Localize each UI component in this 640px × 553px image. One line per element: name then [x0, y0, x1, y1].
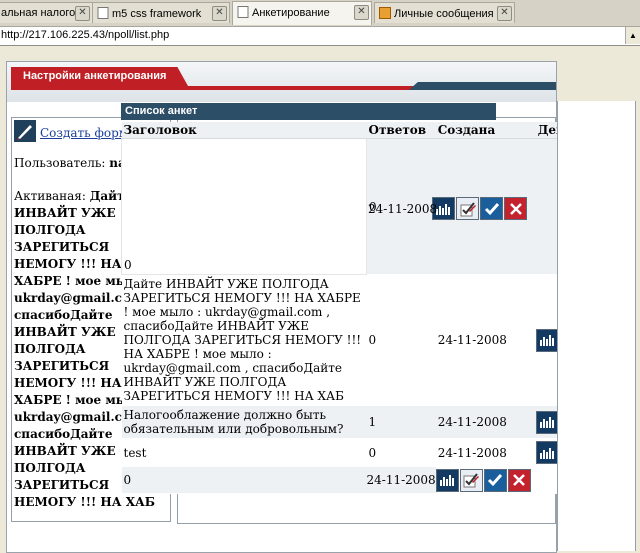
tab-label: Анкетирование	[252, 7, 330, 19]
chevron-up-icon[interactable]: ▲	[625, 27, 640, 44]
activate-icon	[488, 474, 503, 487]
browser-tab-2[interactable]: m5 css framework ✕	[92, 2, 230, 23]
poll-title-cell: test	[121, 438, 367, 467]
created-cell: 24-11-2008	[366, 466, 436, 494]
delete-button[interactable]	[504, 197, 527, 220]
panel-header: Настройки анкетирования	[7, 62, 556, 102]
answers-cell: 1	[366, 405, 436, 439]
poll-title-cell: Дайте ИНВАЙТ УЖЕ ПОЛГОДА ЗАРЕГИТЬСЯ НЕМО…	[121, 274, 367, 406]
delete-icon	[509, 202, 522, 215]
tab-label: альная налого...	[1, 7, 85, 19]
close-icon[interactable]: ✕	[497, 6, 512, 21]
stats-icon	[439, 475, 454, 486]
answers-cell: 0	[366, 274, 436, 406]
browser-tab-4[interactable]: Личные сообщения ✕	[374, 2, 515, 23]
user-label: Пользователь:	[14, 156, 106, 170]
url-text: http://217.106.225.43/npoll/list.php	[1, 29, 170, 41]
created-cell: 24-11-2008	[435, 438, 536, 467]
edit-icon	[463, 473, 480, 488]
created-cell: 24-11-2008	[435, 274, 536, 406]
edit-button[interactable]	[459, 468, 483, 492]
edit-button[interactable]	[456, 197, 479, 220]
address-bar[interactable]: http://217.106.225.43/npoll/list.php ▲	[0, 27, 640, 46]
poll-title-cell: Налогооблажение должно быть обязательным…	[121, 405, 367, 439]
poll-title-cell: 0	[121, 466, 367, 494]
tab-label: Личные сообщения	[394, 8, 494, 20]
answers-cell: 0	[366, 438, 436, 467]
activate-button[interactable]	[483, 468, 507, 492]
column-header: Заголовок	[121, 122, 367, 139]
browser-tab-1[interactable]: альная налого... ✕	[0, 2, 93, 23]
active-label: Активаная:	[14, 189, 86, 203]
right-panel	[557, 101, 636, 551]
poll-number: 0	[124, 258, 132, 272]
header-accent	[409, 82, 556, 90]
delete-button[interactable]	[507, 468, 531, 492]
edit-icon	[460, 201, 476, 216]
stats-icon	[436, 203, 450, 215]
actions-cell	[435, 466, 536, 494]
column-header: Создана	[435, 122, 536, 139]
column-header: Ответов	[366, 122, 436, 139]
panel-title: Настройки анкетирования	[11, 67, 188, 86]
browser-tab-3[interactable]: Анкетирование ✕	[232, 1, 372, 25]
page-icon	[379, 7, 391, 19]
create-form-icon[interactable]	[14, 120, 36, 142]
activate-button[interactable]	[480, 197, 503, 220]
stats-button[interactable]	[535, 328, 559, 352]
close-icon[interactable]: ✕	[354, 5, 369, 20]
activate-icon	[484, 202, 499, 215]
close-icon[interactable]: ✕	[212, 6, 227, 21]
created-date: 24-11-2008	[368, 202, 438, 216]
page: Настройки анкетирования Создать форму По…	[0, 46, 640, 553]
page-icon	[97, 7, 109, 19]
stats-button[interactable]	[535, 441, 559, 464]
stats-icon	[539, 417, 554, 428]
poll-title-cell: 0	[121, 138, 367, 275]
stats-icon	[539, 335, 554, 346]
browser-tab-strip: альная налого... ✕ m5 css framework ✕ Ан…	[0, 0, 640, 27]
stats-button[interactable]	[535, 410, 559, 434]
stats-icon	[539, 447, 554, 459]
poll-list-title: Список анкет	[121, 103, 496, 120]
created-cell: 24-11-2008	[435, 405, 536, 439]
page-icon	[237, 6, 249, 18]
delete-icon	[513, 474, 526, 486]
close-icon[interactable]: ✕	[75, 6, 90, 21]
stats-button[interactable]	[435, 468, 459, 492]
action-buttons	[435, 468, 536, 492]
action-buttons	[432, 197, 527, 220]
tab-label: m5 css framework	[112, 8, 202, 20]
